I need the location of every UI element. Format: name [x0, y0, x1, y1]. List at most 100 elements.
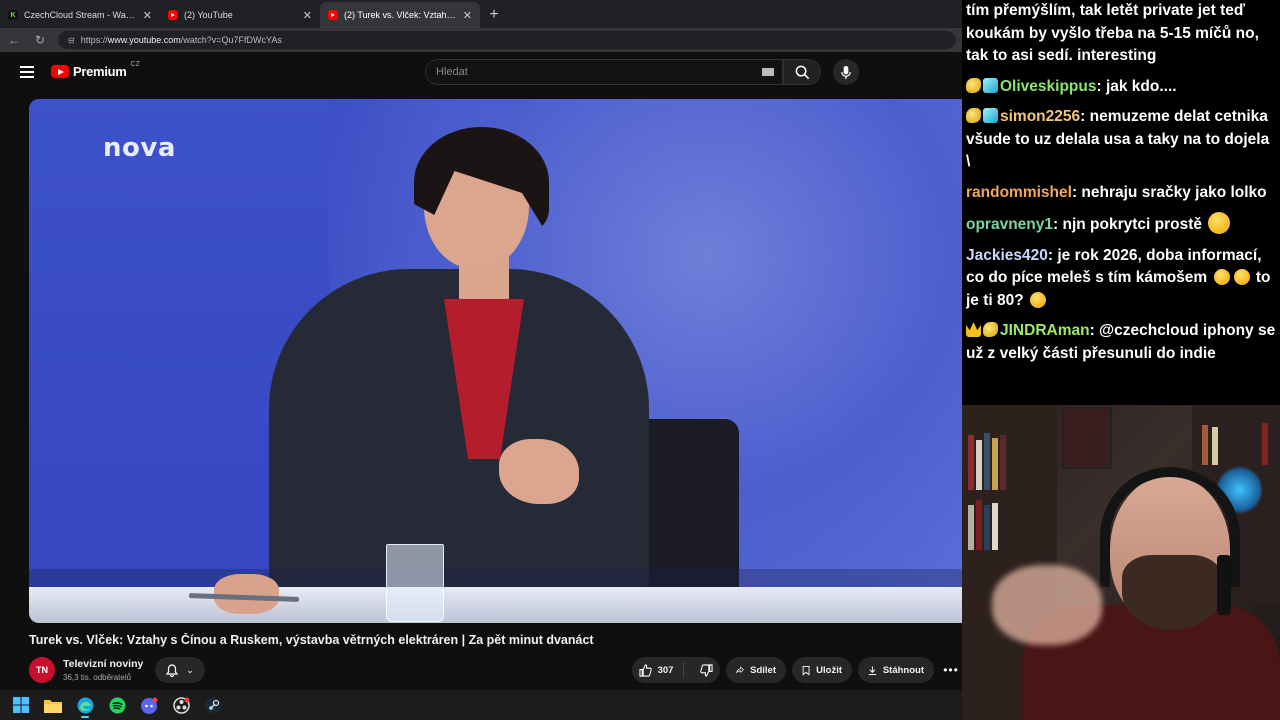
steam-icon[interactable]: [202, 694, 224, 716]
laughing-emoji-icon: [1213, 269, 1230, 285]
back-arrow-icon[interactable]: ←: [6, 32, 22, 48]
chat-username[interactable]: Jackies420: [966, 247, 1048, 264]
thumbs-down-icon: [700, 663, 714, 677]
tab-bar: K CzechCloud Stream - Watch Live o ✕ (2)…: [0, 0, 962, 28]
search-placeholder: Hledat: [436, 66, 468, 78]
voice-search-button[interactable]: [833, 59, 859, 85]
spotify-icon[interactable]: [106, 694, 128, 716]
new-tab-button[interactable]: +: [480, 2, 508, 28]
chat-message-text: jak kdo....: [1105, 77, 1177, 95]
tab-label: (2) YouTube: [184, 10, 233, 20]
video-title: Turek vs. Vlček: Vztahy s Čínou a Ruskem…: [29, 633, 594, 647]
cube-badge-icon: [983, 108, 998, 123]
like-dislike-group: 307: [632, 657, 720, 683]
notification-button[interactable]: ⌄: [155, 657, 205, 683]
logo-text: Premium: [73, 64, 127, 79]
tab-czechcloud-stream[interactable]: K CzechCloud Stream - Watch Live o ✕: [0, 2, 160, 28]
book: [976, 440, 982, 490]
share-button[interactable]: Sdílet: [726, 657, 786, 683]
url-path: /watch?v=Qu7FfDWcYAs: [180, 35, 282, 45]
cube-badge-icon: [983, 77, 998, 93]
obs-icon[interactable]: [170, 694, 192, 716]
microphone-icon: [841, 65, 851, 79]
chat-colon: :: [1096, 77, 1106, 95]
book: [992, 438, 998, 490]
subscriber-count: 36,3 tis. odběratelů: [63, 673, 132, 682]
bell-icon: [166, 663, 179, 677]
youtube-icon: [328, 10, 338, 20]
chat-username[interactable]: opravneny1: [966, 216, 1053, 233]
url-prefix: https://: [80, 35, 108, 45]
dislike-button[interactable]: [690, 663, 723, 677]
keyboard-icon[interactable]: [762, 68, 774, 76]
url-text: https://www.youtube.com/watch?v=Qu7FfDWc…: [81, 35, 282, 45]
chat-message: JINDRAman: @czechcloud iphony se už z ve…: [966, 320, 1276, 365]
close-icon[interactable]: ✕: [143, 9, 152, 22]
water-glass: [386, 544, 444, 622]
edge-icon[interactable]: [74, 694, 96, 718]
like-count: 307: [657, 664, 674, 676]
tab-label: CzechCloud Stream - Watch Live o: [24, 10, 137, 20]
microphone-stand: [1217, 555, 1231, 615]
book: [984, 505, 990, 550]
share-label: Sdílet: [750, 664, 776, 676]
site-info-icon[interactable]: ⊟: [68, 36, 75, 45]
download-button[interactable]: Stáhnout: [858, 657, 934, 683]
taskbar: [0, 690, 962, 720]
logo-country: CZ: [130, 61, 140, 68]
nova-logo: nova: [103, 133, 176, 163]
coin-badge-icon: [966, 77, 981, 93]
like-button[interactable]: 307: [629, 662, 685, 678]
channel-avatar[interactable]: TN: [29, 657, 55, 683]
kick-icon: K: [8, 10, 18, 20]
windows-start-icon[interactable]: [10, 694, 32, 716]
laughing-emoji-icon: [1233, 269, 1250, 285]
youtube-icon: [168, 10, 178, 20]
chat-message-text: njn pokrytci prostě: [1062, 216, 1203, 233]
tab-turek-vs-vlcek[interactable]: (2) Turek vs. Vlček: Vztahy s Čínou ✕: [320, 2, 480, 28]
tab-label: (2) Turek vs. Vlček: Vztahy s Čínou: [344, 10, 457, 20]
close-icon[interactable]: ✕: [303, 9, 312, 22]
browser-window: K CzechCloud Stream - Watch Live o ✕ (2)…: [0, 0, 962, 690]
bookmark-icon: [802, 665, 810, 675]
crown-badge-icon: [966, 322, 981, 337]
book: [968, 505, 974, 550]
thumbs-up-icon: [638, 663, 652, 677]
book: [968, 435, 974, 490]
youtube-play-icon: [51, 65, 69, 78]
presenter-hand: [499, 439, 579, 504]
search-input[interactable]: Hledat: [425, 59, 783, 85]
book: [976, 500, 982, 550]
chevron-down-icon: ⌄: [186, 664, 194, 675]
download-icon: [868, 665, 877, 675]
video-player[interactable]: nova: [29, 99, 962, 623]
chat-username[interactable]: randommishel: [966, 184, 1072, 201]
chat-username[interactable]: simon2256: [1000, 108, 1080, 125]
chat-message-text: tím přemýšlím, tak letět private jet teď…: [966, 2, 1259, 64]
discord-icon[interactable]: [138, 694, 160, 716]
chat-colon: :: [1047, 246, 1058, 264]
close-icon[interactable]: ✕: [463, 9, 472, 22]
channel-name[interactable]: Televizní noviny: [63, 658, 143, 670]
poster-frame: [1062, 407, 1112, 469]
search-icon: [795, 65, 809, 79]
tab-youtube[interactable]: (2) YouTube ✕: [160, 2, 320, 28]
chat-username[interactable]: JINDRAman: [1000, 322, 1090, 339]
youtube-header: Premium CZ Hledat: [0, 52, 962, 92]
chat-message: randommishel: nehraju sračky jako lolko: [966, 182, 1276, 205]
news-desk: [29, 587, 962, 623]
menu-icon[interactable]: [20, 66, 34, 78]
save-label: Uložit: [816, 664, 842, 676]
reload-icon[interactable]: ↻: [32, 32, 48, 48]
file-explorer-icon[interactable]: [42, 694, 64, 716]
search-button[interactable]: [783, 59, 821, 85]
book: [1262, 423, 1268, 465]
chat-message: tím přemýšlím, tak letět private jet teď…: [966, 0, 1276, 68]
chat-message: Jackies420: je rok 2026, doba informací,…: [966, 245, 1276, 313]
url-field[interactable]: ⊟ https://www.youtube.com/watch?v=Qu7FfD…: [58, 31, 956, 49]
chat-colon: :: [1071, 183, 1082, 201]
save-button[interactable]: Uložit: [792, 657, 852, 683]
youtube-logo[interactable]: Premium CZ: [51, 61, 140, 79]
more-actions-icon[interactable]: •••: [940, 657, 962, 683]
chat-username[interactable]: Oliveskippus: [1000, 78, 1096, 95]
